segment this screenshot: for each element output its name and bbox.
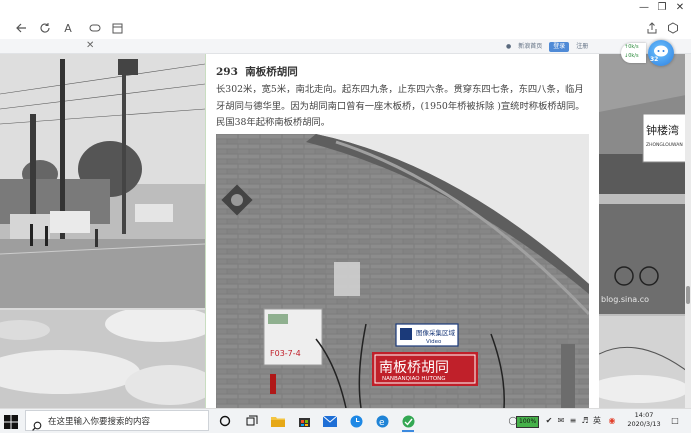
street-photo <box>0 54 205 308</box>
sina-home-link[interactable]: 新浪首页 <box>516 42 544 52</box>
read-aloud-icon[interactable]: A <box>61 21 75 35</box>
browser-toolbar: A <box>0 17 691 39</box>
article-number: 293 <box>216 66 238 78</box>
chat-tray-icon[interactable]: ✉ <box>556 416 566 426</box>
network-icon[interactable]: ≡ <box>568 416 578 426</box>
right-photo-column: 钟楼湾 ZHONGLOUWAN blog.sina.co <box>599 54 691 408</box>
assistant-count: 32 <box>650 56 659 63</box>
shield-icon[interactable]: ◯ <box>508 416 518 426</box>
article-title-text: 南板桥胡同 <box>245 66 298 78</box>
windows-start-icon[interactable] <box>4 414 18 429</box>
site-nav: ● 新浪首页 登录 注册 <box>506 41 590 52</box>
antivirus-icon[interactable]: ✔ <box>544 416 554 426</box>
download-speed: ↓0k/s <box>624 53 639 59</box>
extensions-icon[interactable] <box>666 21 680 35</box>
register-link[interactable]: 注册 <box>574 42 590 52</box>
street-sign-text: 南板桥胡同 <box>379 360 449 376</box>
network-speed-badge: ↑0k/s ↓0k/s <box>621 43 646 63</box>
restore-icon[interactable]: ❐ <box>655 1 669 15</box>
search-icon <box>32 416 42 431</box>
hutong-wall-photo: F03-7-4 图像采集区域 Video 南板桥胡同 NANBANQIAO HU… <box>216 134 589 408</box>
refresh-icon[interactable] <box>38 21 52 35</box>
windows-taskbar: 在这里输入你要搜索的内容 e 100% ◯ ✔ ✉ ≡ ♬ 英 ◉ 14:07 … <box>0 408 691 433</box>
right-street-sign-text: 钟楼湾 <box>646 123 679 137</box>
floating-assistant[interactable]: ↑0k/s ↓0k/s 32 <box>621 40 685 66</box>
battery-indicator[interactable]: 100% <box>516 416 540 428</box>
clock-time: 14:07 <box>634 411 654 419</box>
close-tab-icon[interactable]: ✕ <box>86 39 94 53</box>
article-column: 293 南板桥胡同 长302米，宽5米，南北走向。起东四九条，止东四六条。贯穿东… <box>205 54 600 408</box>
clock-date: 2020/3/13 <box>627 420 661 428</box>
system-clock[interactable]: 14:07 2020/3/13 <box>624 411 664 429</box>
close-window-icon[interactable]: ✕ <box>673 1 687 15</box>
volume-icon[interactable]: ♬ <box>580 416 590 426</box>
task-view-icon[interactable] <box>243 412 261 430</box>
upload-speed: ↑0k/s <box>624 44 639 50</box>
street-sign-pinyin: NANBANQIAO HUTONG <box>382 376 446 382</box>
svg-text:e: e <box>379 418 385 428</box>
right-street-sign-pinyin: ZHONGLOUWAN <box>646 142 683 148</box>
camera-notice-subtext: Video <box>426 339 442 345</box>
article-title: 293 南板桥胡同 <box>216 64 298 79</box>
share-icon[interactable] <box>645 21 659 35</box>
search-placeholder: 在这里输入你要搜索的内容 <box>48 417 151 427</box>
tab-actions-icon[interactable] <box>110 21 124 35</box>
vertical-tabs-icon[interactable] <box>88 21 102 35</box>
sogou-input-icon[interactable]: ◉ <box>607 416 617 426</box>
mail-icon[interactable] <box>321 412 339 430</box>
bell-tower-photo: 钟楼湾 ZHONGLOUWAN blog.sina.co <box>599 54 691 408</box>
store-icon[interactable] <box>295 412 313 430</box>
taskbar-search-box[interactable]: 在这里输入你要搜索的内容 <box>25 410 209 431</box>
scrollbar-thumb[interactable] <box>686 286 690 304</box>
tab-bar: ✕ ● 新浪首页 登录 注册 <box>0 39 691 54</box>
blog-watermark: blog.sina.co <box>601 295 649 304</box>
back-icon[interactable] <box>14 21 28 35</box>
meter-box-label: F03-7-4 <box>270 349 301 358</box>
minimize-icon[interactable]: — <box>637 1 651 15</box>
window-title-bar: — ❐ ✕ <box>0 0 691 17</box>
file-explorer-icon[interactable] <box>269 412 287 430</box>
edge-icon[interactable]: e <box>373 412 391 430</box>
left-photo-column <box>0 54 205 408</box>
browser-app-icon[interactable] <box>399 412 417 432</box>
camera-notice-text: 图像采集区域 <box>416 328 456 337</box>
ime-indicator[interactable]: 英 <box>592 416 602 426</box>
page-scrollbar[interactable] <box>685 54 691 408</box>
clock-app-icon[interactable] <box>347 412 365 430</box>
sky-photo <box>0 310 205 408</box>
login-button[interactable]: 登录 <box>549 41 570 52</box>
page-content: 293 南板桥胡同 长302米，宽5米，南北走向。起东四九条，止东四六条。贯穿东… <box>0 54 691 408</box>
notification-icon[interactable]: □ <box>670 416 680 426</box>
cortana-icon[interactable] <box>216 412 234 430</box>
article-body: 长302米，宽5米，南北走向。起东四九条，止东四六条。贯穿东四七条，东四八条，临… <box>216 84 585 128</box>
home-icon: ● <box>506 43 512 50</box>
